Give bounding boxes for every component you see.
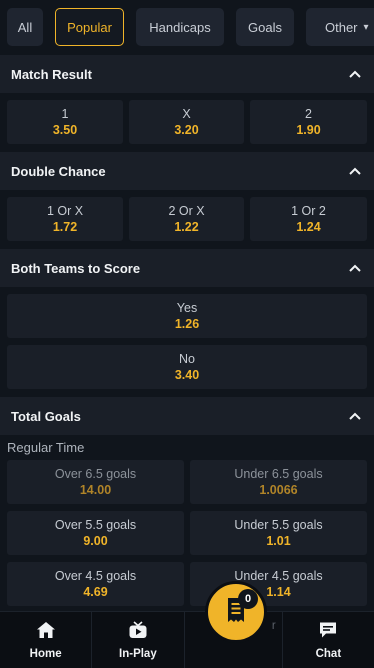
odd-value: 1.01 (266, 533, 291, 548)
odd-button-over-4-5[interactable]: Over 4.5 goals 4.69 (7, 562, 184, 606)
section-title: Total Goals (11, 408, 81, 424)
odd-label: Under 4.5 goals (234, 568, 323, 583)
section-header-double-chance[interactable]: Double Chance (0, 152, 374, 190)
odd-value: 1.22 (174, 219, 199, 234)
odd-button-over-5-5[interactable]: Over 5.5 goals 9.00 (7, 511, 184, 555)
tab-other[interactable]: Other ▾ (306, 8, 374, 46)
odd-label: 1 Or 2 (291, 203, 326, 218)
odd-value: 1.90 (296, 122, 321, 137)
chevron-up-icon[interactable] (348, 67, 362, 81)
odd-value: 1.72 (52, 219, 78, 234)
odd-button-btts-yes[interactable]: Yes 1.26 (7, 294, 367, 338)
odd-value: 1.14 (266, 584, 291, 599)
odd-value: 1.26 (174, 316, 200, 331)
odd-value: 1.24 (296, 219, 321, 234)
section-header-both-teams-to-score[interactable]: Both Teams to Score (0, 249, 374, 287)
odd-value: 9.00 (83, 533, 108, 548)
odd-button-under-5-5[interactable]: Under 5.5 goals 1.01 (190, 511, 367, 555)
bottom-navigation: Home In-Play r Chat (0, 611, 374, 668)
odd-button-away[interactable]: 2 1.90 (250, 100, 367, 144)
odd-label: 2 (305, 106, 312, 121)
odd-label: Over 4.5 goals (54, 568, 137, 583)
odd-label: X (182, 106, 191, 121)
home-icon (36, 621, 56, 644)
total-goals-subheading: Regular Time (7, 440, 85, 455)
odd-label: Under 6.5 goals (234, 466, 323, 481)
nav-in-play-label: In-Play (119, 647, 157, 660)
chevron-up-icon[interactable] (348, 409, 362, 423)
tab-all[interactable]: All (7, 8, 43, 46)
odd-label: Under 5.5 goals (234, 517, 323, 532)
section-title: Both Teams to Score (11, 260, 141, 276)
odd-label: Yes (176, 300, 198, 315)
odd-label: 1 (61, 106, 69, 121)
betslip-button[interactable] (205, 581, 267, 643)
play-tv-icon (128, 620, 148, 644)
tab-popular[interactable]: Popular (55, 8, 124, 46)
nav-home[interactable]: Home (0, 612, 93, 668)
odd-value: 4.69 (83, 584, 108, 599)
nav-in-play[interactable]: In-Play (92, 612, 185, 668)
odd-button-home[interactable]: 1 3.50 (7, 100, 123, 144)
odd-label: 1 Or X (46, 203, 84, 218)
nav-betslip-label: r (271, 620, 276, 632)
section-header-total-goals[interactable]: Total Goals (0, 397, 374, 435)
odd-button-under-6-5[interactable]: Under 6.5 goals 1.0066 (190, 460, 367, 504)
section-header-match-result[interactable]: Match Result (0, 55, 374, 93)
chat-icon (318, 621, 338, 644)
section-title: Match Result (11, 66, 92, 82)
odd-label: 2 Or X (168, 203, 205, 218)
odd-value: 1.0066 (259, 482, 298, 497)
betslip-count-badge: 0 (238, 589, 258, 609)
market-filter-tabs: All Popular Handicaps Goals Other ▾ (0, 0, 374, 54)
odd-button-1-or-x[interactable]: 1 Or X 1.72 (7, 197, 123, 241)
odd-value: 3.40 (174, 367, 200, 382)
section-title: Double Chance (11, 163, 106, 179)
odd-value: 3.50 (52, 122, 78, 137)
odd-value: 3.20 (174, 122, 199, 137)
odd-value: 14.00 (79, 482, 112, 497)
odd-button-over-6-5[interactable]: Over 6.5 goals 14.00 (7, 460, 184, 504)
odd-label: No (179, 351, 195, 366)
chevron-down-icon: ▾ (363, 21, 369, 33)
chevron-up-icon[interactable] (348, 261, 362, 275)
odd-label: Over 6.5 goals (54, 466, 137, 481)
odd-button-2-or-x[interactable]: 2 Or X 1.22 (129, 197, 244, 241)
nav-chat[interactable]: Chat (283, 612, 374, 668)
tab-goals[interactable]: Goals (236, 8, 294, 46)
tab-handicaps[interactable]: Handicaps (136, 8, 224, 46)
chevron-up-icon[interactable] (348, 164, 362, 178)
odd-label: Over 5.5 goals (54, 517, 137, 532)
odd-button-1-or-2[interactable]: 1 Or 2 1.24 (250, 197, 367, 241)
tab-other-label: Other (325, 19, 358, 35)
nav-chat-label: Chat (315, 647, 342, 660)
odd-button-draw[interactable]: X 3.20 (129, 100, 244, 144)
nav-home-label: Home (29, 647, 62, 660)
odd-button-btts-no[interactable]: No 3.40 (7, 345, 367, 389)
